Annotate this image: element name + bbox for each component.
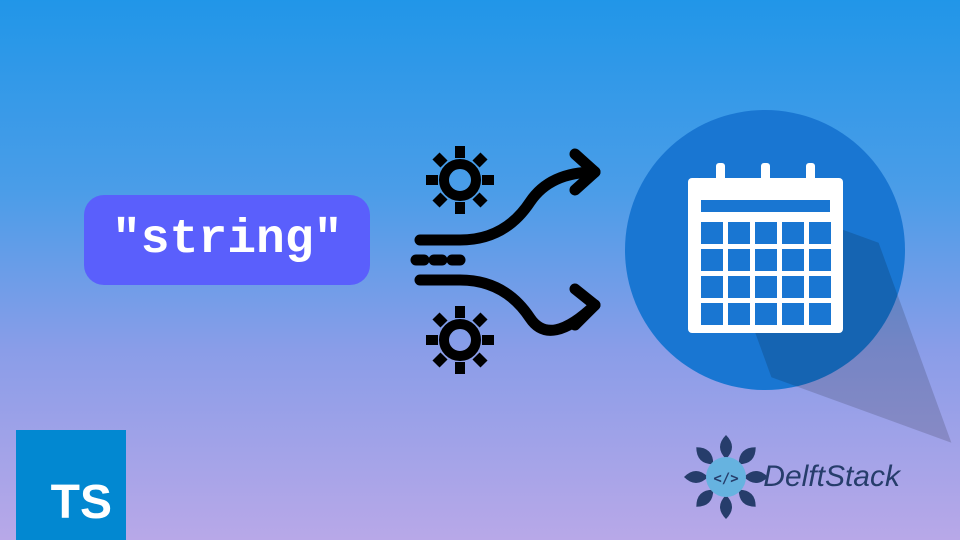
calendar-icon (683, 160, 848, 340)
string-literal-text: "string" (112, 213, 342, 267)
delftstack-logo: </> DelftStack (681, 432, 900, 522)
svg-text:</>: </> (714, 471, 739, 487)
calendar-circle (625, 110, 905, 390)
typescript-logo-text: TS (51, 475, 112, 530)
transform-gears-icon (410, 130, 640, 390)
string-literal-box: "string" (84, 195, 370, 285)
delftstack-brand-text: DelftStack (763, 460, 900, 494)
delftstack-rosette-icon: </> (681, 432, 771, 522)
gear-icon (426, 306, 494, 374)
gear-icon (426, 146, 494, 214)
typescript-logo: TS (16, 430, 126, 540)
